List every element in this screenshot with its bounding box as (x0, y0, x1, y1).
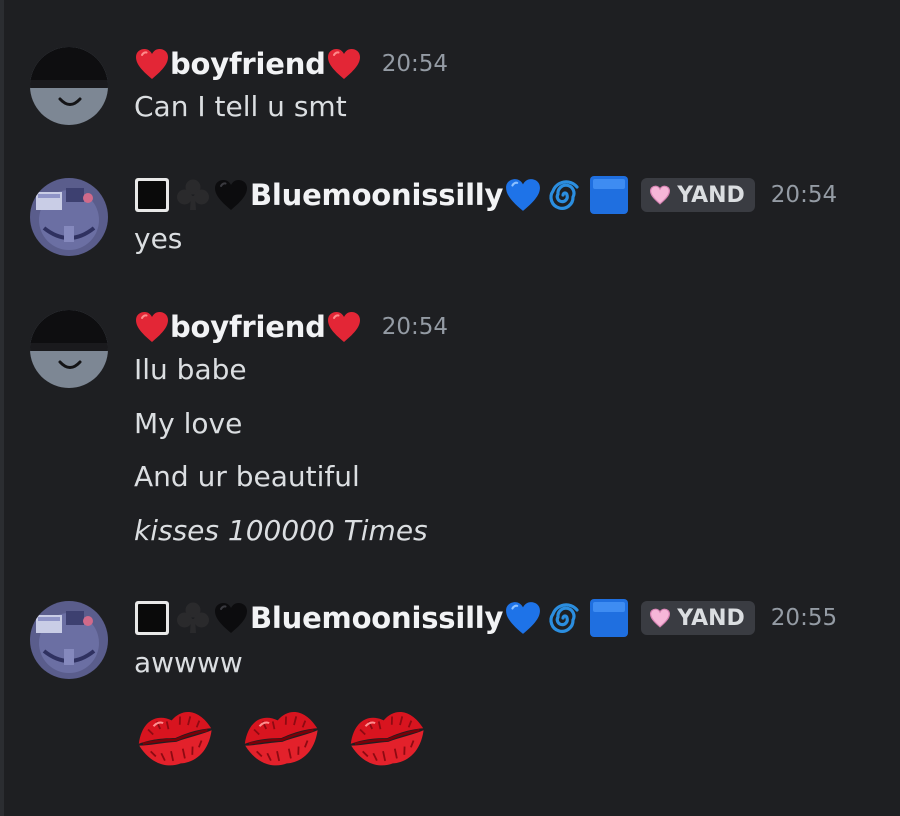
message-text: Ilu babe (134, 353, 247, 386)
pink-heart-icon (649, 185, 671, 205)
red-heart-icon (134, 47, 170, 81)
black-heart-icon (212, 601, 250, 635)
message-text: My love (134, 407, 243, 440)
red-heart-icon (326, 47, 362, 81)
message-header: boyfriend 20:54 (134, 42, 448, 86)
channel-edge (0, 0, 4, 816)
role-tag-label: YAND (677, 605, 745, 631)
message-text: yes (134, 222, 183, 255)
red-heart-icon (326, 310, 362, 344)
black-heart-icon (212, 178, 250, 212)
kiss-mark-icon (134, 700, 216, 772)
author-name[interactable]: boyfriend (170, 310, 326, 344)
message-text: kisses 100000 Times (134, 514, 428, 547)
cyclone-icon (547, 177, 583, 213)
avatar-boyfriend[interactable] (30, 310, 108, 388)
message-header: Bluemoonissilly YAND 20:54 (134, 173, 837, 217)
author-name[interactable]: Bluemoonissilly (250, 178, 503, 212)
blue-heart-icon (503, 177, 543, 213)
role-tag-label: YAND (677, 182, 745, 208)
author-name[interactable]: Bluemoonissilly (250, 601, 503, 635)
avatar-bluemoonissilly[interactable] (30, 601, 108, 679)
blue-square-icon (589, 175, 629, 215)
kiss-emoji-row (134, 700, 428, 772)
message-header: boyfriend 20:54 (134, 305, 448, 349)
message-timestamp[interactable]: 20:54 (382, 51, 448, 77)
message-timestamp[interactable]: 20:54 (382, 314, 448, 340)
black-square-icon (134, 177, 170, 213)
pink-heart-icon (649, 608, 671, 628)
cyclone-icon (547, 600, 583, 636)
message-timestamp[interactable]: 20:54 (771, 182, 837, 208)
message-timestamp[interactable]: 20:55 (771, 605, 837, 631)
avatar-boyfriend[interactable] (30, 47, 108, 125)
club-suit-icon (174, 599, 212, 637)
role-tag[interactable]: YAND (641, 178, 755, 212)
kiss-mark-icon (240, 700, 322, 772)
message-header: Bluemoonissilly YAND 20:55 (134, 596, 837, 640)
message-text: awwww (134, 646, 243, 679)
club-suit-icon (174, 176, 212, 214)
red-heart-icon (134, 310, 170, 344)
blue-heart-icon (503, 600, 543, 636)
kiss-mark-icon (346, 700, 428, 772)
role-tag[interactable]: YAND (641, 601, 755, 635)
author-name[interactable]: boyfriend (170, 47, 326, 81)
blue-square-icon (589, 598, 629, 638)
avatar-bluemoonissilly[interactable] (30, 178, 108, 256)
black-square-icon (134, 600, 170, 636)
message-text: Can I tell u smt (134, 90, 347, 123)
message-text: And ur beautiful (134, 460, 360, 493)
